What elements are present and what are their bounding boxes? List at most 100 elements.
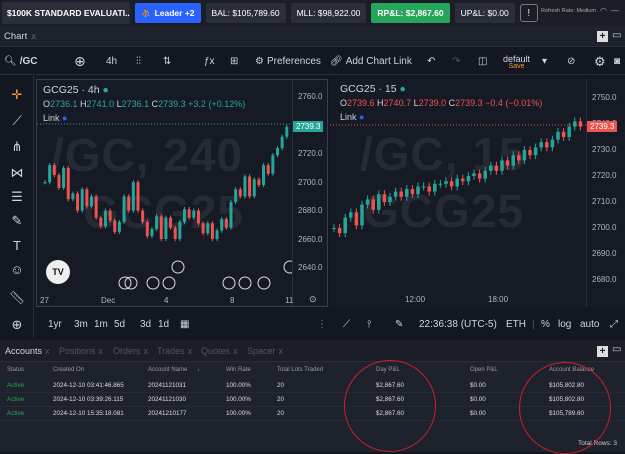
candle	[48, 163, 52, 185]
leader-button[interactable]: ⛹ Leader +2	[135, 3, 201, 23]
add-panel-icon[interactable]: +	[597, 346, 608, 357]
pitchfork-icon[interactable]: ⋔	[8, 138, 26, 156]
add-chart-link-button[interactable]: 🔗︎ Add Chart Link	[330, 48, 412, 75]
session-button[interactable]: ETH	[506, 319, 526, 330]
candle	[206, 221, 210, 236]
symbol-search[interactable]: 🔍︎/GC	[4, 48, 37, 75]
account-selector[interactable]: $100K STANDARD EVALUATI...▾	[2, 2, 130, 24]
range-1m[interactable]: 1m	[94, 319, 108, 330]
log-button[interactable]: log	[558, 319, 571, 330]
candle	[500, 156, 504, 175]
sort-arrow-icon[interactable]: ↓	[197, 367, 200, 373]
interval-selector[interactable]: 4h	[106, 48, 117, 75]
event-marker[interactable]	[146, 276, 160, 290]
minimize-icon[interactable]: —	[611, 6, 619, 15]
collapse-icon[interactable]: ⋮	[317, 319, 327, 330]
candle	[187, 207, 191, 220]
candle	[159, 214, 163, 242]
panel-tab-trades[interactable]: Trades x	[157, 346, 192, 356]
column-header[interactable]: Status	[7, 367, 24, 373]
crosshair-search-icon[interactable]: ⊘	[567, 48, 575, 75]
column-header[interactable]: Created On	[53, 367, 84, 373]
candle	[444, 177, 448, 188]
range-1d[interactable]: 1d	[158, 319, 169, 330]
panel-tab-quotes[interactable]: Quotes x	[201, 346, 238, 356]
expand-icon[interactable]: ⤢	[610, 319, 618, 330]
close-icon[interactable]: x	[31, 31, 36, 42]
text-icon[interactable]: T	[8, 236, 26, 254]
templates-icon[interactable]: ⊞	[230, 48, 238, 75]
add-tab-icon[interactable]: +	[597, 31, 608, 42]
candle	[349, 208, 353, 222]
layout-chevron-icon[interactable]: ▾	[542, 48, 547, 75]
event-marker[interactable]	[257, 276, 271, 290]
panel-window-icon[interactable]: ▭	[612, 344, 621, 355]
event-marker[interactable]	[283, 260, 292, 274]
draw-line-icon[interactable]: ⟋	[343, 319, 350, 330]
candle	[103, 208, 107, 229]
panel-tab-accounts[interactable]: Accounts x	[5, 346, 50, 356]
redo-icon[interactable]: ↷	[452, 48, 460, 75]
right-chart-pane[interactable]: /GC, 15 GCG25 GCG25 · 15 ● O2739.6 H2740…	[330, 79, 625, 307]
panel-tab-spacer[interactable]: Spacer x	[247, 346, 283, 356]
camera-icon[interactable]: ◙	[614, 48, 620, 75]
left-price-axis: 2760.02740.02720.02700.02680.02660.02640…	[292, 80, 327, 306]
indicators-icon[interactable]: ⇅	[163, 48, 171, 75]
pattern-icon[interactable]: ⋈	[8, 164, 26, 182]
price-tick: 2700.0	[298, 177, 323, 187]
add-symbol-icon[interactable]: ⊕	[74, 48, 86, 75]
event-marker[interactable]	[171, 260, 185, 274]
column-header[interactable]: Total Lots Traded	[277, 367, 323, 373]
range-3d[interactable]: 3d	[140, 319, 151, 330]
close-icon[interactable]: x	[99, 346, 104, 356]
fx-icon[interactable]: ƒx	[204, 48, 215, 75]
time-tick: 8	[230, 296, 235, 305]
chart-type-icon[interactable]: ⫶⫶	[136, 48, 141, 75]
candle	[449, 177, 454, 191]
preferences-button[interactable]: ⚙ Preferences	[255, 48, 321, 75]
preferences-label: Preferences	[266, 56, 321, 67]
window-icon[interactable]: ▭	[612, 30, 621, 41]
close-icon[interactable]: x	[45, 346, 50, 356]
close-icon[interactable]: x	[188, 346, 193, 356]
event-marker[interactable]	[222, 276, 236, 290]
event-marker[interactable]	[162, 276, 176, 290]
drawing-tool-icon[interactable]: ✎	[395, 319, 403, 330]
indicator-tool-icon[interactable]: ⫯	[367, 319, 371, 330]
info-icon[interactable]: !	[519, 4, 538, 22]
fib-icon[interactable]: ☰	[8, 188, 26, 206]
range-3m[interactable]: 3m	[74, 319, 88, 330]
column-header[interactable]: Open P&L	[470, 367, 498, 373]
crosshair-icon[interactable]: ✛	[8, 86, 26, 104]
close-icon[interactable]: x	[279, 346, 284, 356]
undo-icon[interactable]: ↶	[427, 48, 435, 75]
tab-chart[interactable]: Chart x	[4, 31, 36, 42]
emoji-icon[interactable]: ☺	[8, 260, 26, 278]
close-icon[interactable]: x	[144, 346, 149, 356]
range-1yr[interactable]: 1yr	[48, 319, 62, 330]
panel-tab-orders[interactable]: Orders x	[113, 346, 148, 356]
brush-icon[interactable]: ✎	[8, 212, 26, 230]
auto-button[interactable]: auto	[580, 319, 599, 330]
price-tick: 2640.0	[298, 263, 323, 272]
percent-button[interactable]: %	[541, 319, 550, 330]
reset-axis-icon[interactable]: ⊙	[309, 294, 317, 305]
layout-icon[interactable]: ◫	[478, 48, 487, 75]
settings-gear-icon[interactable]: ⚙	[594, 48, 606, 75]
candle	[416, 182, 420, 199]
close-icon[interactable]: x	[233, 346, 238, 356]
ruler-icon[interactable]: 📏︎	[8, 289, 26, 307]
event-marker[interactable]	[238, 276, 252, 290]
panel-tab-positions[interactable]: Positions x	[59, 346, 103, 356]
annotation-circle-day-pnl	[344, 360, 436, 452]
range-5d[interactable]: 5d	[114, 319, 125, 330]
left-chart-pane[interactable]: /GC, 240 GCG25 GCG25 · 4h ● O2736.1 H274…	[36, 79, 328, 307]
column-header[interactable]: Account Name	[148, 367, 187, 373]
zoom-icon[interactable]: ⊕	[8, 316, 26, 334]
trendline-icon[interactable]: ⟋	[8, 112, 26, 130]
layout-selector[interactable]: default Save	[503, 48, 530, 75]
mll-badge: MLL: $98,922.00	[290, 3, 367, 23]
column-header[interactable]: Win Rate	[226, 367, 251, 373]
calendar-icon[interactable]: ▦	[180, 319, 189, 330]
refresh-rate: Refresh Rate: Medium ◠ —	[541, 6, 619, 15]
